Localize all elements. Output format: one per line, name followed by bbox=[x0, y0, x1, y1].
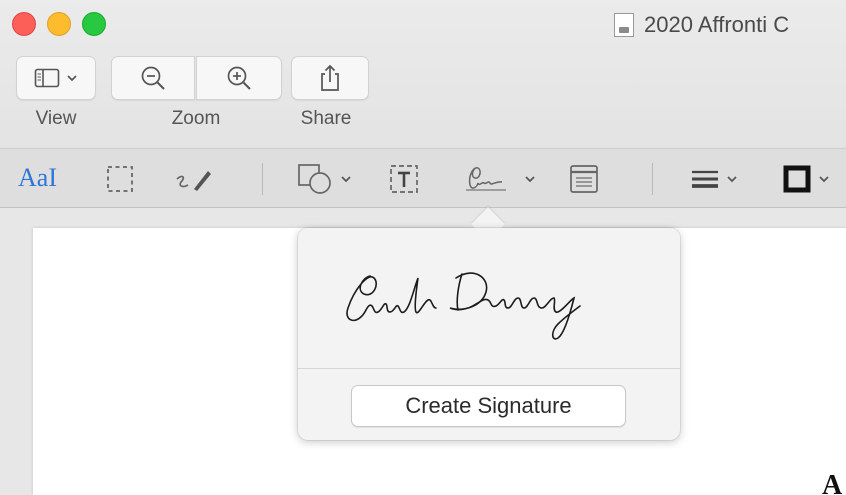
toolbar-separator bbox=[652, 163, 653, 195]
toolbar-separator bbox=[262, 163, 263, 195]
zoom-out-icon bbox=[138, 63, 168, 93]
rectangular-selection-icon bbox=[104, 163, 136, 195]
shape-style-tool[interactable] bbox=[690, 163, 738, 195]
zoom-window-button[interactable] bbox=[82, 12, 106, 36]
text-select-label: AaI bbox=[18, 163, 57, 192]
text-box-icon bbox=[388, 163, 420, 195]
document-icon bbox=[614, 13, 634, 37]
text-select-tool[interactable]: AaI bbox=[18, 163, 57, 193]
markup-toolbar: AaI bbox=[0, 148, 846, 208]
signature-popover: Create Signature bbox=[298, 228, 680, 440]
window-title-text: 2020 Affronti C bbox=[644, 12, 790, 37]
popover-divider bbox=[298, 368, 680, 369]
note-tool[interactable] bbox=[568, 163, 600, 195]
zoom-label: Zoom bbox=[171, 108, 221, 129]
border-color-icon bbox=[782, 163, 812, 195]
shapes-tool[interactable] bbox=[296, 161, 352, 197]
line-style-icon bbox=[690, 163, 720, 195]
share-label: Share bbox=[300, 108, 352, 129]
zoom-in-icon bbox=[224, 63, 254, 93]
saved-signature[interactable] bbox=[298, 228, 680, 368]
window-toolbar: 2020 Affronti C View Zoom Share AaI bbox=[0, 0, 846, 208]
chevron-down-icon bbox=[524, 174, 536, 184]
zoom-in-button[interactable] bbox=[196, 56, 282, 100]
border-color-tool[interactable] bbox=[782, 163, 830, 195]
signature-icon bbox=[462, 161, 518, 197]
sidebar-icon bbox=[34, 67, 60, 89]
view-label: View bbox=[35, 108, 77, 129]
handwritten-signature-image bbox=[346, 272, 581, 340]
chevron-down-icon bbox=[726, 174, 738, 184]
zoom-out-button[interactable] bbox=[111, 56, 195, 100]
minimize-window-button[interactable] bbox=[47, 12, 71, 36]
view-button[interactable] bbox=[16, 56, 96, 100]
chevron-down-icon bbox=[340, 174, 352, 184]
text-box-tool[interactable] bbox=[388, 163, 420, 195]
share-icon bbox=[317, 63, 343, 93]
sketch-pen-icon bbox=[170, 163, 216, 195]
close-window-button[interactable] bbox=[12, 12, 36, 36]
rectangular-selection-tool[interactable] bbox=[104, 163, 136, 195]
note-icon bbox=[568, 163, 600, 195]
window-title: 2020 Affronti C bbox=[614, 11, 789, 39]
chevron-down-icon bbox=[818, 174, 830, 184]
create-signature-button[interactable]: Create Signature bbox=[351, 385, 626, 427]
shapes-icon bbox=[296, 161, 334, 197]
chevron-down-icon bbox=[66, 73, 78, 83]
sketch-tool[interactable] bbox=[170, 163, 216, 195]
share-button[interactable] bbox=[291, 56, 369, 100]
document-text-fragment: A bbox=[822, 470, 843, 495]
sign-tool[interactable] bbox=[462, 161, 536, 197]
